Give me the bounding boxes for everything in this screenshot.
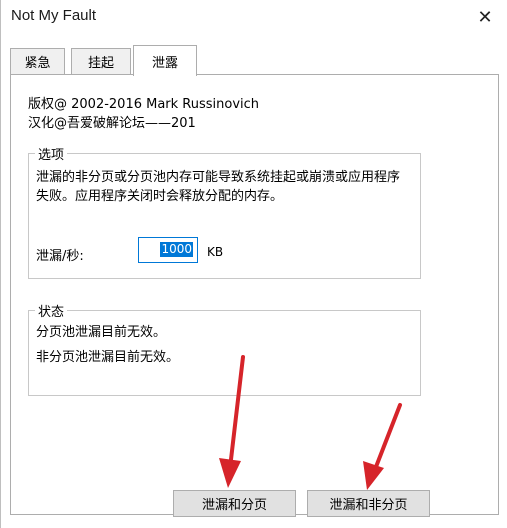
tab-label: 挂起 <box>87 56 114 71</box>
status-group: 状态 分页池泄漏目前无效。 非分页池泄漏目前无效。 <box>28 301 421 396</box>
button-label: 泄漏和分页 <box>201 498 267 513</box>
close-icon: ✕ <box>477 6 493 28</box>
localization-credit: 汉化@吾爱破解论坛——201 <box>28 116 196 131</box>
tab-label: 泄露 <box>151 55 178 71</box>
options-legend: 选项 <box>35 144 68 163</box>
window-title: Not My Fault <box>11 7 97 24</box>
button-label: 泄漏和非分页 <box>329 498 408 513</box>
copyright-line: 版权@ 2002-2016 Mark Russinovich <box>28 97 260 112</box>
title-bar: Not My Fault ✕ <box>1 0 507 34</box>
leak-rate-value: 1000 <box>160 242 193 257</box>
leak-rate-unit: KB <box>207 245 224 259</box>
tab-panel-leak: 版权@ 2002-2016 Mark Russinovich 汉化@吾爱破解论坛… <box>10 74 499 517</box>
paged-status: 分页池泄漏目前无效。 <box>36 325 167 340</box>
copyright-block: 版权@ 2002-2016 Mark Russinovich 汉化@吾爱破解论坛… <box>28 95 259 133</box>
leak-paged-button[interactable]: 泄漏和分页 <box>173 490 296 517</box>
leak-rate-label: 泄漏/秒: <box>36 249 84 264</box>
nonpaged-status: 非分页池泄漏目前无效。 <box>36 350 180 365</box>
app-window: Not My Fault ✕ 紧急 挂起 泄露 版权@ 2002-2016 Ma… <box>0 0 507 528</box>
leak-nonpaged-button[interactable]: 泄漏和非分页 <box>307 490 430 517</box>
tab-label: 紧急 <box>24 56 51 71</box>
options-group: 选项 泄漏的非分页或分页池内存可能导致系统挂起或崩溃或应用程序失败。应用程序关闭… <box>28 144 421 279</box>
close-button[interactable]: ✕ <box>462 0 507 34</box>
status-legend: 状态 <box>35 301 68 320</box>
leak-rate-input[interactable]: 1000 <box>138 237 198 263</box>
options-description: 泄漏的非分页或分页池内存可能导致系统挂起或崩溃或应用程序失败。应用程序关闭时会释… <box>36 170 401 204</box>
tab-crash[interactable]: 紧急 <box>10 48 65 74</box>
tab-hang[interactable]: 挂起 <box>71 48 131 74</box>
tab-leak[interactable]: 泄露 <box>133 45 197 76</box>
